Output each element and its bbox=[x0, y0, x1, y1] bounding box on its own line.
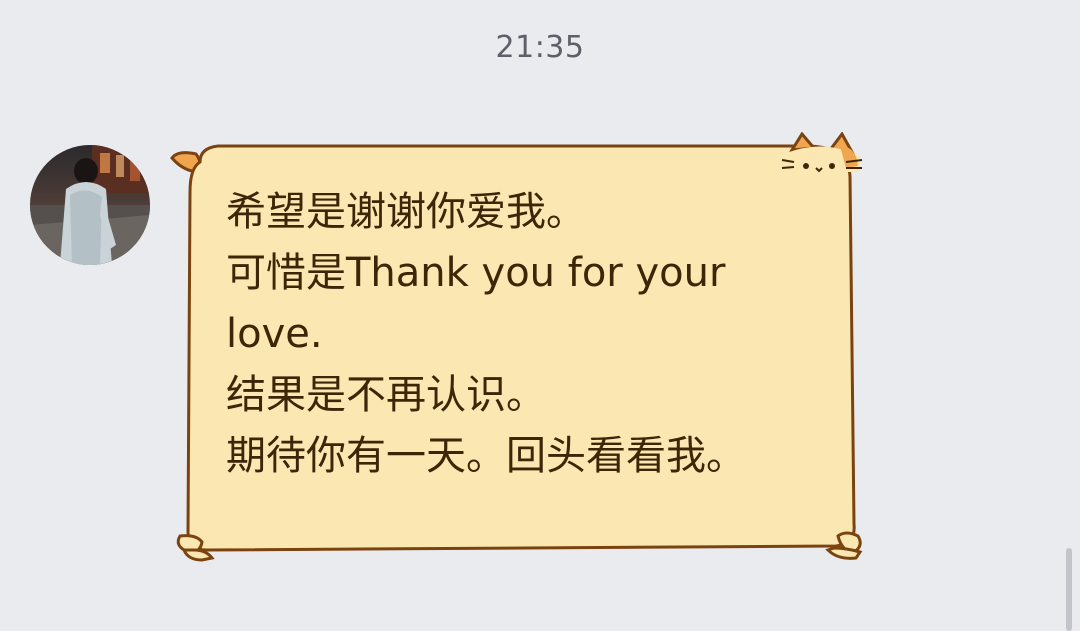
chat-view: 21:35 希望是谢谢你爱我。 可惜是Thank you for your lo… bbox=[0, 0, 1080, 631]
message-timestamp: 21:35 bbox=[495, 30, 585, 65]
contact-avatar[interactable] bbox=[30, 145, 150, 265]
message-bubble[interactable]: 希望是谢谢你爱我。 可惜是Thank you for your love. 结果… bbox=[166, 132, 872, 568]
message-text: 希望是谢谢你爱我。 可惜是Thank you for your love. 结果… bbox=[226, 189, 746, 479]
contact-avatar-photo-icon bbox=[30, 145, 150, 265]
cat-face-top-right-icon bbox=[781, 132, 863, 173]
chat-scrollbar[interactable] bbox=[1066, 548, 1072, 631]
